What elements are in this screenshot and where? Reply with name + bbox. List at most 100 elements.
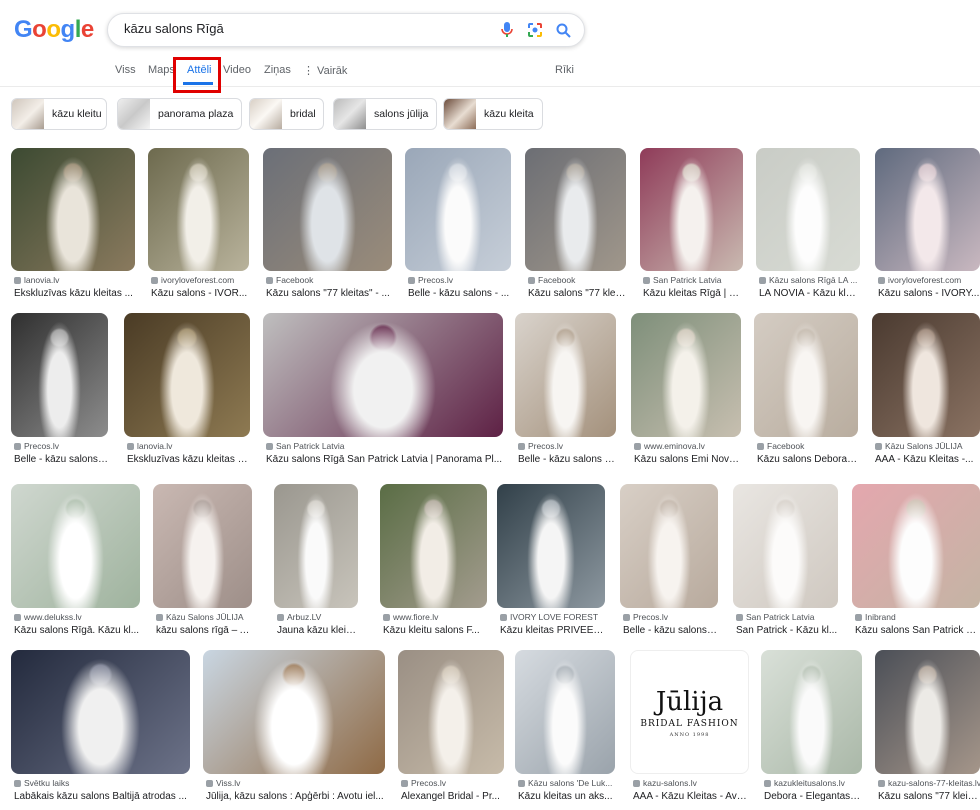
image-result[interactable]: lanovia.lv Ekskluzīvas kāzu kleitas ... [11,148,135,307]
result-title[interactable]: Kāzu salons Rīgā San Patrick Latvia | Pa… [266,454,503,465]
image-result[interactable]: kazu-salons-77-kleitas.lv Kāzu salons "77… [875,650,980,810]
result-title[interactable]: Kāzu salons - IVOR... [151,288,249,299]
result-thumbnail[interactable] [203,650,385,774]
result-thumbnail[interactable] [124,313,250,437]
result-source[interactable]: kazu-salons.lv [633,778,749,788]
result-title[interactable]: Kāzu salons "77 kleitas" [878,791,980,802]
result-thumbnail[interactable] [754,313,858,437]
image-result[interactable]: www.delukss.lv Kāzu salons Rīgā. Kāzu kl.… [11,484,140,644]
result-title[interactable]: Belle - kāzu salons -... [518,454,616,465]
result-source[interactable]: Precos.lv [518,441,616,451]
result-source[interactable]: kazu-salons-77-kleitas.lv [878,778,980,788]
image-result[interactable]: Precos.lv Belle - kāzu salons - ... [405,148,511,307]
result-thumbnail[interactable] [263,313,503,437]
image-result[interactable]: kazukleitusalons.lv Debora - Elegantas, .… [761,650,862,810]
result-title[interactable]: Ekskluzīvas kāzu kleitas ... [14,288,135,299]
result-thumbnail[interactable] [405,148,511,271]
result-thumbnail[interactable] [852,484,980,608]
result-title[interactable]: LA NOVIA - Kāzu klei... [759,288,860,299]
result-source[interactable]: San Patrick Latvia [643,275,743,285]
search-input[interactable] [122,20,486,37]
tab-maps[interactable]: Maps [148,64,175,76]
result-title[interactable]: AAA - Kāzu Kleitas -... [875,454,980,465]
image-result[interactable]: Facebook Kāzu salons "77 klei... [525,148,626,307]
image-result[interactable]: Kāzu salons Rīgā LA ... LA NOVIA - Kāzu k… [756,148,860,307]
result-source[interactable]: Facebook [266,275,392,285]
image-result[interactable]: Facebook Kāzu salons "77 kleitas" - ... [263,148,392,307]
result-title[interactable]: Kāzu salons - IVORY... [878,288,980,299]
result-source[interactable]: Precos.lv [401,778,504,788]
result-thumbnail[interactable] [263,148,392,271]
result-title[interactable]: kāzu salons rīgā – A... [156,625,252,636]
result-thumbnail[interactable] [756,148,860,271]
image-result[interactable]: Precos.lv Belle - kāzu salons -... [620,484,718,644]
image-result[interactable]: Kāzu Salons JŪLIJA kāzu salons rīgā – A..… [153,484,252,644]
result-source[interactable]: Facebook [528,275,626,285]
result-title[interactable]: Kāzu kleitas Rīgā | K... [643,288,743,299]
result-title[interactable]: Jauna kāzu kleita. T... [277,625,358,636]
result-thumbnail[interactable] [640,148,743,271]
chip-panorama-plaza[interactable]: panorama plaza [117,98,242,130]
result-thumbnail[interactable] [872,313,980,437]
result-thumbnail[interactable] [733,484,838,608]
result-source[interactable]: Kāzu salons Rīgā LA ... [759,275,860,285]
result-source[interactable]: Precos.lv [623,612,718,622]
result-title[interactable]: Labākais kāzu salons Baltijā atrodas ... [14,791,190,802]
result-title[interactable]: Kāzu kleitas PRIVEE R... [500,625,605,636]
result-source[interactable]: www.eminova.lv [634,441,741,451]
result-title[interactable]: Belle - kāzu salons -... [623,625,718,636]
result-source[interactable]: Viss.lv [206,778,385,788]
result-source[interactable]: Inibrand [855,612,980,622]
result-title[interactable]: Ekskluzīvas kāzu kleitas n... [127,454,250,465]
result-thumbnail[interactable] [631,313,741,437]
result-title[interactable]: Kāzu kleitas un aks... [518,791,615,802]
google-logo[interactable]: Google [14,16,94,44]
result-thumbnail[interactable] [148,148,249,271]
tab-video[interactable]: Video [223,64,251,76]
search-icon[interactable] [554,21,572,39]
image-result[interactable]: Facebook Kāzu salons Debora ... [754,313,858,473]
result-thumbnail[interactable] [515,313,616,437]
image-result[interactable]: ivoryloveforest.com Kāzu salons - IVORY..… [875,148,980,307]
chip-salons-julija[interactable]: salons jūlija [333,98,437,130]
result-thumbnail[interactable] [497,484,605,608]
result-source[interactable]: www.fiore.lv [383,612,487,622]
image-result[interactable]: San Patrick Latvia Kāzu salons Rīgā San P… [263,313,503,473]
chip-bridal[interactable]: bridal [249,98,324,130]
result-thumbnail[interactable] [620,484,718,608]
result-title[interactable]: Kāzu kleitu salons F... [383,625,487,636]
result-source[interactable]: Kāzu Salons JŪLIJA [156,612,252,622]
image-result[interactable]: IVORY LOVE FOREST Kāzu kleitas PRIVEE R..… [497,484,605,644]
result-thumbnail[interactable] [274,484,358,608]
result-thumbnail[interactable] [153,484,252,608]
result-source[interactable]: San Patrick Latvia [266,441,503,451]
image-result[interactable]: www.fiore.lv Kāzu kleitu salons F... [380,484,487,644]
result-title[interactable]: AAA - Kāzu Kleitas - Avo... [633,791,749,802]
tab-more[interactable]: ⋮ Vairāk [303,64,347,77]
result-source[interactable]: Kāzu salons 'De Luk... [518,778,615,788]
result-source[interactable]: lanovia.lv [127,441,250,451]
result-title[interactable]: Kāzu salons Debora ... [757,454,858,465]
image-result[interactable]: San Patrick Latvia Kāzu kleitas Rīgā | K.… [640,148,743,307]
tab-tools[interactable]: Rīki [555,64,574,76]
result-title[interactable]: Kāzu salons "77 klei... [528,288,626,299]
result-thumbnail[interactable] [380,484,487,608]
result-thumbnail[interactable] [11,650,190,774]
chip-kazu-kleita[interactable]: kāzu kleita [443,98,543,130]
result-title[interactable]: Kāzu salons San Patrick Latv [855,625,980,636]
result-title[interactable]: Alexangel Bridal - Pr... [401,791,504,802]
result-title[interactable]: Kāzu salons Rīgā. Kāzu kl... [14,625,140,636]
result-thumbnail[interactable]: Jūlija BRIDAL FASHION ANNO 1998 [630,650,749,774]
result-title[interactable]: Kāzu salons "77 kleitas" - ... [266,288,392,299]
result-source[interactable]: ivoryloveforest.com [151,275,249,285]
result-title[interactable]: San Patrick - Kāzu kl... [736,625,838,636]
result-source[interactable]: Precos.lv [14,441,108,451]
image-result[interactable]: Kāzu salons 'De Luk... Kāzu kleitas un ak… [515,650,615,810]
image-result[interactable]: Precos.lv Belle - kāzu salons -... [515,313,616,473]
image-result[interactable]: Viss.lv Jūlija, kāzu salons : Apģērbi : A… [203,650,385,810]
image-result[interactable]: Svētku laiks Labākais kāzu salons Baltijā… [11,650,190,810]
result-title[interactable]: Debora - Elegantas, ... [764,791,862,802]
image-result[interactable]: Inibrand Kāzu salons San Patrick Latv [852,484,980,644]
result-thumbnail[interactable] [515,650,615,774]
microphone-icon[interactable] [498,21,516,39]
